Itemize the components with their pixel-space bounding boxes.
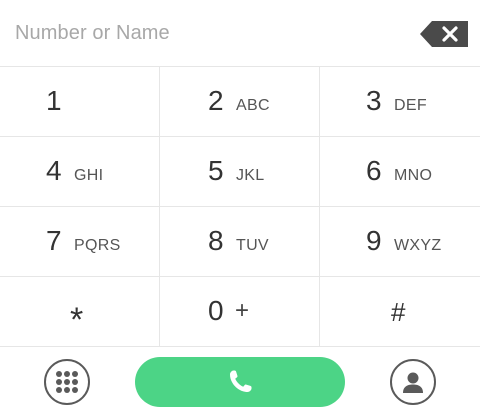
- key-letters: WXYZ: [394, 237, 442, 254]
- keypad-key[interactable]: 7 PQRS: [0, 207, 160, 277]
- keypad-key[interactable]: #: [320, 277, 480, 347]
- number-entry-bar: Number or Name: [0, 0, 480, 67]
- key-digit: 8: [208, 225, 224, 256]
- key-digit: 5: [208, 155, 224, 186]
- keypad-key[interactable]: *: [0, 277, 160, 347]
- bottom-action-bar: [0, 347, 480, 416]
- key-letters: JKL: [236, 167, 265, 184]
- key-letters: MNO: [394, 167, 433, 184]
- key-digit: #: [391, 297, 406, 327]
- contacts-button[interactable]: [390, 359, 436, 405]
- call-button[interactable]: [135, 357, 345, 407]
- keypad-key[interactable]: 3 DEF: [320, 67, 480, 137]
- keypad-key[interactable]: 8 TUV: [160, 207, 320, 277]
- key-letters: GHI: [74, 167, 104, 184]
- key-letters: +: [235, 297, 250, 324]
- keypad-key[interactable]: 6 MNO: [320, 137, 480, 207]
- dialpad-toggle-button[interactable]: [44, 359, 90, 405]
- keypad-grid: 1 2 ABC 3 DEF 4 GHI 5 JKL 6 MNO 7 PQRS 8 TUV 9 WXYZ * 0 + #: [0, 67, 480, 347]
- key-digit: 2: [208, 85, 224, 116]
- keypad-key[interactable]: 9 WXYZ: [320, 207, 480, 277]
- backspace-icon: [420, 21, 468, 47]
- keypad-key[interactable]: 1: [0, 67, 160, 137]
- key-letters: TUV: [236, 237, 269, 254]
- key-digit: 1: [46, 85, 62, 116]
- person-icon: [400, 369, 426, 395]
- dialer-app: Number or Name 1 2 ABC 3 DEF 4 GHI 5 JKL 6 MNO 7 PQR…: [0, 0, 480, 416]
- key-digit: 0: [208, 295, 224, 326]
- dialpad-grid-icon: [56, 371, 78, 393]
- key-digit: *: [70, 301, 84, 339]
- keypad-key[interactable]: 4 GHI: [0, 137, 160, 207]
- key-digit: 4: [46, 155, 62, 186]
- keypad-key[interactable]: 2 ABC: [160, 67, 320, 137]
- phone-icon: [230, 370, 252, 392]
- keypad-key[interactable]: 5 JKL: [160, 137, 320, 207]
- number-input-placeholder[interactable]: Number or Name: [15, 22, 170, 45]
- key-digit: 6: [366, 155, 382, 186]
- key-letters: DEF: [394, 97, 427, 114]
- key-digit: 9: [366, 225, 382, 256]
- key-letters: PQRS: [74, 237, 121, 254]
- key-digit: 7: [46, 225, 62, 256]
- keypad-key[interactable]: 0 +: [160, 277, 320, 347]
- key-letters: ABC: [236, 97, 270, 114]
- backspace-button[interactable]: [420, 21, 468, 47]
- key-digit: 3: [366, 85, 382, 116]
